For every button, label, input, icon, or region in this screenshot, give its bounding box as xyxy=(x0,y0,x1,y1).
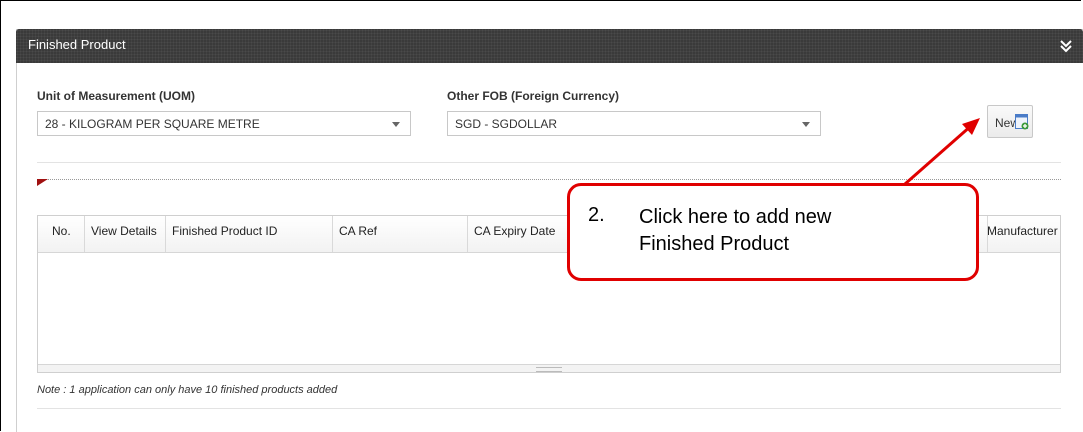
callout-text: Click here to add new Finished Product xyxy=(639,204,831,258)
callout-line-1: Click here to add new xyxy=(639,206,832,228)
callout-step-number: 2. xyxy=(588,204,605,226)
instruction-callout: 2. Click here to add new Finished Produc… xyxy=(567,183,979,281)
callout-line-2: Finished Product xyxy=(639,233,790,255)
